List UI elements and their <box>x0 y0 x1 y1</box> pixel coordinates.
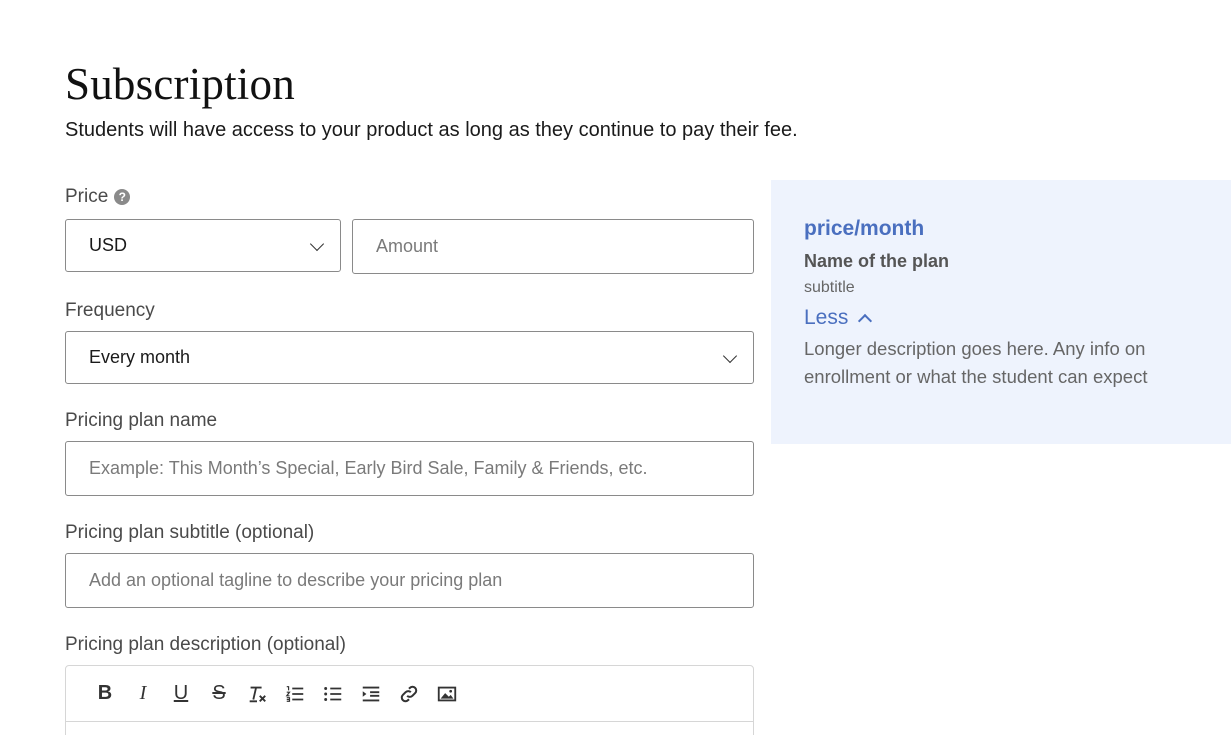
link-icon[interactable] <box>390 679 428 709</box>
frequency-value: Every month <box>89 347 191 367</box>
description-editor: B I U S <box>65 665 754 735</box>
page-title: Subscription <box>65 59 295 109</box>
bullet-list-icon[interactable] <box>314 679 352 709</box>
preview-plan-name: Name of the plan <box>804 251 950 271</box>
amount-placeholder: Amount <box>376 236 439 256</box>
page-subtitle: Students will have access to your produc… <box>65 119 798 141</box>
editor-toolbar: B I U S <box>66 666 753 722</box>
clear-format-icon[interactable] <box>238 679 276 709</box>
plan-description-label: Pricing plan description (optional) <box>65 634 346 655</box>
plan-subtitle-label: Pricing plan subtitle (optional) <box>65 522 315 543</box>
chevron-down-icon <box>722 348 738 363</box>
price-label-text: Price <box>65 186 109 207</box>
bold-glyph: B <box>97 682 113 704</box>
currency-value: USD <box>89 235 128 255</box>
plan-name-input[interactable]: Example: This Month’s Special, Early Bir… <box>65 441 754 496</box>
image-icon[interactable] <box>428 679 466 709</box>
indent-icon[interactable] <box>352 679 390 709</box>
help-icon[interactable]: ? <box>114 189 131 205</box>
underline-glyph: U <box>173 682 189 704</box>
plan-preview-panel: price/month Name of the plan subtitle Le… <box>771 180 1231 444</box>
italic-glyph: I <box>139 682 147 704</box>
plan-name-placeholder: Example: This Month’s Special, Early Bir… <box>89 458 648 478</box>
italic-icon[interactable]: I <box>124 679 162 709</box>
chevron-up-icon <box>858 313 873 329</box>
frequency-label: Frequency <box>65 300 155 321</box>
strikethrough-icon[interactable]: S <box>200 679 238 709</box>
price-label: Price? <box>65 186 131 208</box>
bold-icon[interactable]: B <box>86 679 124 709</box>
less-toggle[interactable]: Less <box>804 306 873 330</box>
frequency-select[interactable]: Every month <box>65 331 754 384</box>
currency-select[interactable]: USD <box>65 219 341 272</box>
ordered-list-icon[interactable] <box>276 679 314 709</box>
preview-subtitle: subtitle <box>804 279 855 296</box>
preview-description: Longer description goes here. Any info o… <box>804 338 1148 387</box>
amount-input[interactable]: Amount <box>352 219 754 274</box>
chevron-down-icon <box>309 236 325 251</box>
less-label: Less <box>804 306 849 329</box>
underline-icon[interactable]: U <box>162 679 200 709</box>
preview-price: price/month <box>804 217 925 240</box>
plan-subtitle-input[interactable]: Add an optional tagline to describe your… <box>65 553 754 608</box>
strike-glyph: S <box>212 682 226 704</box>
plan-subtitle-placeholder: Add an optional tagline to describe your… <box>89 570 503 590</box>
plan-name-label: Pricing plan name <box>65 410 218 431</box>
